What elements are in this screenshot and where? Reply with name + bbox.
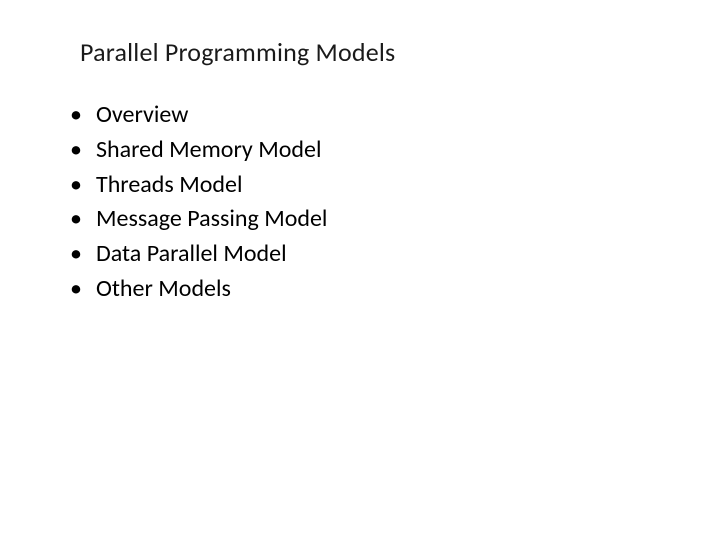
list-item: Other Models xyxy=(60,272,660,307)
slide-title: Parallel Programming Models xyxy=(80,36,395,68)
list-item: Threads Model xyxy=(60,168,660,203)
list-item: Data Parallel Model xyxy=(60,237,660,272)
list-item: Shared Memory Model xyxy=(60,133,660,168)
list-item: Message Passing Model xyxy=(60,202,660,237)
slide: Parallel Programming Models Overview Sha… xyxy=(0,0,720,540)
bullet-list: Overview Shared Memory Model Threads Mod… xyxy=(60,98,660,307)
list-item: Overview xyxy=(60,98,660,133)
